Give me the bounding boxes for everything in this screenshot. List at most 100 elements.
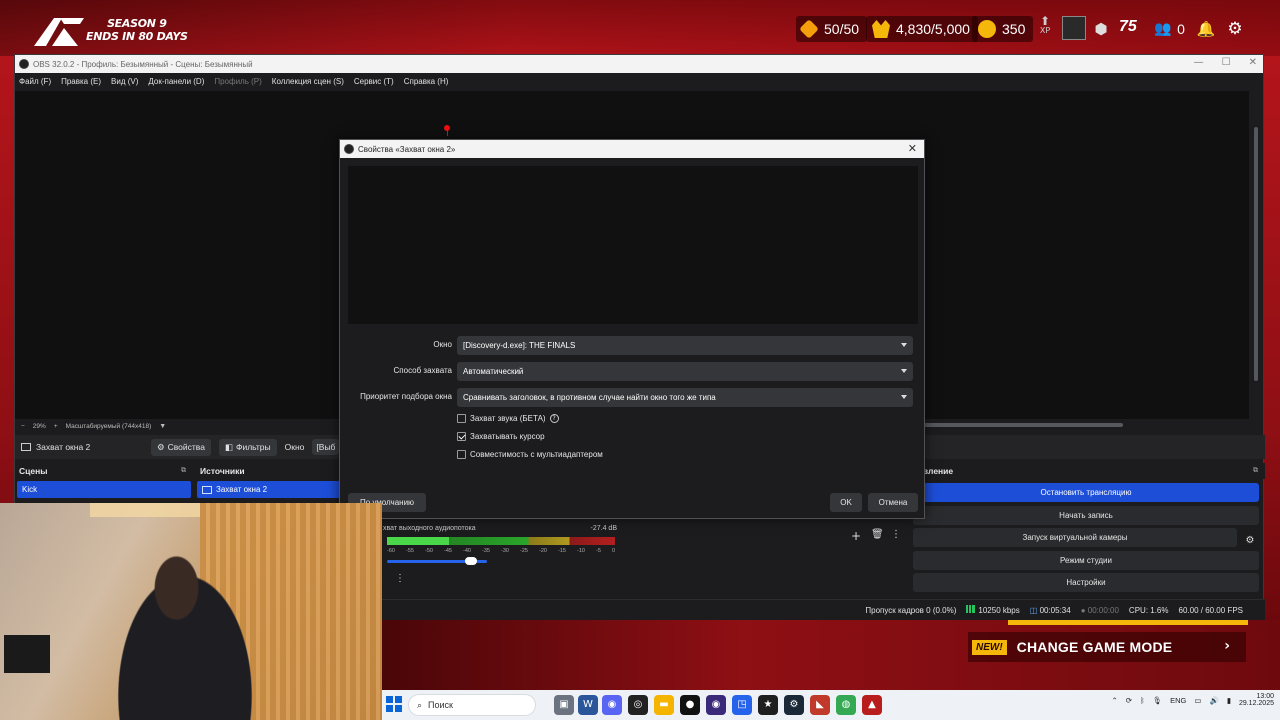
word-icon[interactable]: W [578, 695, 598, 715]
language-indicator[interactable]: ENG [1170, 696, 1186, 705]
change-game-mode-button[interactable]: NEW! CHANGE GAME MODE › [968, 632, 1246, 662]
minimize-icon[interactable]: — [1194, 57, 1204, 68]
filters-button[interactable]: ◧ Фильтры [218, 438, 277, 456]
capture-audio-option[interactable]: Захват звука (БЕТА) ? [457, 414, 559, 423]
gear-icon[interactable]: ⚙ [1241, 531, 1259, 550]
obs-taskbar-icon[interactable]: ● [680, 695, 700, 715]
more-options-icon[interactable]: ⋮ [395, 573, 405, 584]
clock[interactable]: 13:00 29.12.2025 [1239, 693, 1274, 707]
close-icon[interactable]: ✕ [1249, 57, 1257, 68]
discord-icon[interactable]: ◉ [602, 695, 622, 715]
obs-app-icon[interactable]: ◎ [628, 695, 648, 715]
close-icon[interactable]: ✕ [908, 142, 917, 155]
menu-docks[interactable]: Док-панели (D) [148, 77, 204, 86]
search-icon: ⌕ [417, 699, 423, 710]
fps-status: 60.00 / 60.00 FPS [1178, 605, 1244, 615]
window-select[interactable]: [Выб [312, 439, 340, 455]
meter-scale-tick: -20 [539, 548, 547, 554]
avatar[interactable] [1062, 16, 1086, 40]
steam-icon[interactable]: ⚙ [784, 695, 804, 715]
capture-cursor-option[interactable]: Захватывать курсор [457, 432, 545, 441]
window-controls: — ☐ ✕ [1194, 57, 1257, 68]
capture-audio-label: Захват звука (БЕТА) [470, 414, 546, 423]
settings-button[interactable]: Настройки [913, 573, 1259, 592]
ok-button[interactable]: OK [830, 493, 862, 512]
more-options-icon[interactable]: ⋮ [891, 529, 901, 540]
help-icon[interactable]: ? [549, 414, 559, 423]
capture-cursor-checkbox[interactable] [457, 432, 466, 441]
menu-profile[interactable]: Профиль (P) [214, 77, 261, 86]
stat-coins-value: 350 [1002, 21, 1026, 37]
menu-view[interactable]: Вид (V) [111, 77, 138, 86]
search-box[interactable]: ⌕ Поиск [408, 694, 536, 716]
scrollbar-thumb[interactable] [1254, 127, 1258, 381]
add-icon[interactable]: + [851, 529, 861, 543]
chevron-down-icon [901, 369, 907, 373]
dialog-title-bar[interactable]: Свойства «Захват окна 2» ✕ [340, 140, 924, 158]
multi-adapter-option[interactable]: Совместимость с мультиадаптером [457, 450, 603, 459]
preview-hscrollbar[interactable] [923, 423, 1123, 427]
chrome-icon[interactable]: ◍ [836, 695, 856, 715]
chevron-down-icon [901, 343, 907, 347]
properties-button[interactable]: ⚙ Свойства [151, 438, 211, 456]
preview-scrollbar[interactable] [1249, 91, 1263, 419]
game-hud: SEASON 9 ENDS IN 80 DAYS 50/50 4,830/5,0… [0, 0, 1280, 56]
star-icon[interactable]: ★ [758, 695, 778, 715]
virtual-camera-button[interactable]: Запуск виртуальной камеры [913, 528, 1237, 547]
dock-float-icon[interactable]: ⧉ [181, 466, 186, 475]
stat-crowns[interactable]: 4,830/5,000 [866, 16, 978, 42]
gear-icon[interactable]: ⚙ [1224, 18, 1246, 40]
scene-item-kick[interactable]: Kick [17, 481, 191, 498]
xp-label: XP [1039, 26, 1051, 35]
network-icon[interactable]: ▭ [1194, 696, 1201, 705]
windows-start-icon[interactable] [386, 696, 402, 712]
scale-mode-label: Масштабируемый (744x418) [65, 422, 152, 430]
meter-scale-tick: -25 [520, 548, 528, 554]
menu-edit[interactable]: Правка (E) [61, 77, 101, 86]
chevron-up-icon[interactable]: ⌃ [1111, 696, 1117, 705]
trash-icon[interactable]: 🗑 [871, 529, 884, 540]
source-item-window-capture[interactable]: Захват окна 2 ◉ [197, 481, 351, 498]
task-view-icon[interactable]: ▣ [554, 695, 574, 715]
accent-line [1008, 620, 1248, 625]
menu-file[interactable]: Файл (F) [19, 77, 51, 86]
volume-icon[interactable]: 🔊 [1209, 696, 1218, 705]
app-icon[interactable]: ◉ [706, 695, 726, 715]
finals-icon[interactable]: ▲ [862, 695, 882, 715]
sources-dock-title: Источники [200, 466, 245, 476]
folder-icon[interactable]: ▬ [654, 695, 674, 715]
battery-icon[interactable]: ▮ [1227, 696, 1231, 705]
meter-scale-tick: -30 [501, 548, 509, 554]
game-app-icon[interactable]: ◣ [810, 695, 830, 715]
xp-icon: ⬆ XP [1034, 15, 1056, 38]
meter-scale-tick: -40 [463, 548, 471, 554]
menu-scene-collection[interactable]: Коллекция сцен (S) [272, 77, 344, 86]
menu-tools[interactable]: Сервис (T) [354, 77, 394, 86]
stat-gems[interactable]: 50/50 [796, 16, 868, 42]
multi-adapter-checkbox[interactable] [457, 450, 466, 459]
sync-icon[interactable]: ⟳ [1126, 696, 1132, 705]
start-record-button[interactable]: Начать запись [913, 506, 1259, 525]
studio-mode-button[interactable]: Режим студии [913, 551, 1259, 570]
maximize-icon[interactable]: ☐ [1222, 57, 1231, 68]
chevron-down-icon[interactable]: ▼ [159, 423, 166, 430]
zoom-out-button[interactable]: − [21, 423, 25, 430]
priority-select[interactable]: Сравнивать заголовок, в противном случае… [457, 388, 913, 407]
window-select[interactable]: [Discovery-d.exe]: THE FINALS [457, 336, 913, 355]
volume-slider-knob[interactable] [465, 557, 477, 565]
new-badge: NEW! [972, 639, 1007, 655]
bluetooth-icon[interactable]: ᛒ [1140, 696, 1145, 705]
stop-stream-button[interactable]: Остановить трансляцию [913, 483, 1259, 502]
remote-desktop-icon[interactable]: ◳ [732, 695, 752, 715]
ceiling-lamp [90, 503, 200, 517]
menu-help[interactable]: Справка (H) [404, 77, 449, 86]
capture-audio-checkbox[interactable] [457, 414, 466, 423]
cancel-button[interactable]: Отмена [868, 493, 918, 512]
obs-title-bar[interactable]: OBS 32.0.2 - Профиль: Безымянный - Сцены… [15, 55, 1263, 73]
capture-method-select[interactable]: Автоматический [457, 362, 913, 381]
stat-coins[interactable]: 350 [972, 16, 1034, 42]
zoom-in-button[interactable]: + [54, 423, 58, 430]
bell-icon[interactable]: 🔔 [1195, 18, 1217, 40]
microphone-icon[interactable]: 🎙 [1153, 696, 1163, 705]
dock-float-icon[interactable]: ⧉ [1253, 466, 1258, 475]
